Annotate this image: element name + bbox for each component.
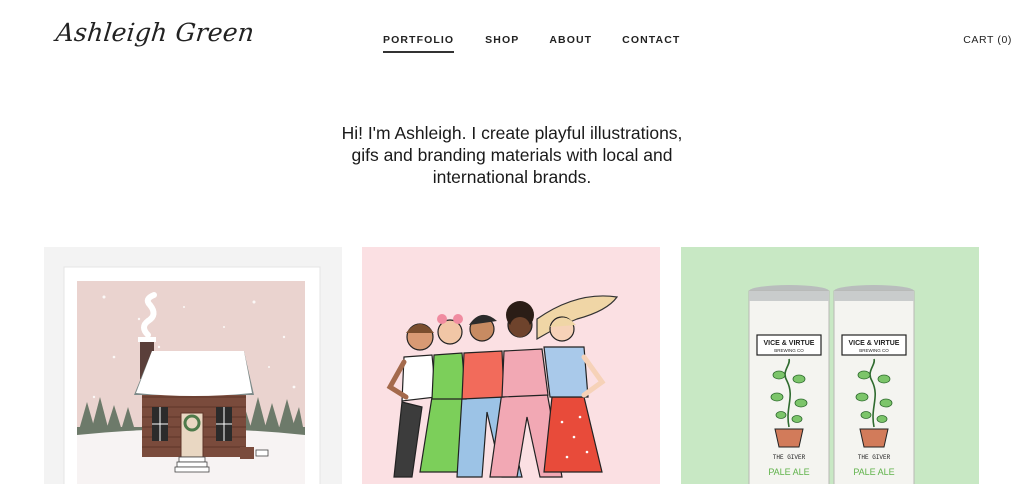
nav-shop[interactable]: SHOP	[485, 34, 519, 53]
can-sub-text: BREWING CO	[859, 348, 889, 353]
cabin-print-image	[44, 247, 342, 484]
cart-link[interactable]: CART (0)	[963, 34, 1012, 46]
can-sub-text: BREWING CO	[774, 348, 804, 353]
site-header: Ashleigh Green PORTFOLIO SHOP ABOUT CONT…	[0, 0, 1024, 80]
can-title-text: THE GIVER	[773, 454, 806, 461]
can-style-text: PALE ALE	[853, 467, 894, 477]
intro-line: gifs and branding materials with local a…	[351, 145, 673, 165]
can-brand-text: VICE & VIRTUE	[849, 340, 900, 347]
nav-portfolio[interactable]: PORTFOLIO	[383, 34, 455, 53]
nav-about[interactable]: ABOUT	[549, 34, 592, 53]
main-nav: PORTFOLIO SHOP ABOUT CONTACT	[383, 34, 680, 53]
site-logo[interactable]: Ashleigh Green	[54, 18, 255, 47]
can-brand-text: VICE & VIRTUE	[764, 340, 815, 347]
gallery-item-women-group[interactable]	[362, 247, 660, 484]
can-title-text: THE GIVER	[858, 454, 891, 461]
gallery-item-cabin-print[interactable]	[44, 247, 342, 484]
can-style-text: PALE ALE	[768, 467, 809, 477]
intro-line: Hi! I'm Ashleigh. I create playful illus…	[341, 123, 683, 143]
pale-ale-cans-image: VICE & VIRTUE BREWING CO THE GIVER PALE …	[681, 247, 979, 484]
intro-line: international brands.	[432, 167, 592, 187]
intro-text: Hi! I'm Ashleigh. I create playful illus…	[0, 122, 1024, 188]
women-group-image	[362, 247, 660, 484]
nav-contact[interactable]: CONTACT	[622, 34, 680, 53]
gallery-item-pale-ale-cans[interactable]: VICE & VIRTUE BREWING CO THE GIVER PALE …	[681, 247, 979, 484]
